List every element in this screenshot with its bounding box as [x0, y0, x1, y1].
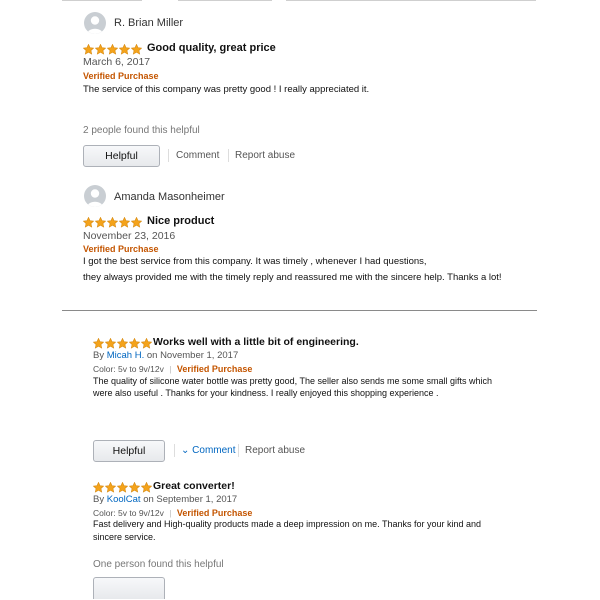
comment-link[interactable]: Comment: [176, 150, 219, 161]
star-icon: [94, 215, 107, 228]
star-rating: [82, 42, 143, 55]
review-title[interactable]: Works well with a little bit of engineer…: [153, 336, 359, 348]
star-icon: [118, 215, 131, 228]
avatar-icon: [84, 185, 106, 207]
meta-separator: |: [169, 364, 172, 374]
author-link[interactable]: KoolCat: [107, 494, 141, 505]
by-label: By: [93, 494, 105, 505]
review-date: on September 1, 2017: [143, 494, 238, 505]
star-rating: [92, 336, 153, 349]
review-date: on November 1, 2017: [146, 350, 239, 361]
separator: [174, 444, 175, 457]
star-icon: [82, 215, 95, 228]
star-icon: [128, 336, 141, 349]
review-byline: By KoolCat on September 1, 2017: [93, 494, 237, 505]
star-icon: [104, 336, 117, 349]
star-icon: [128, 480, 141, 493]
separator: [238, 444, 239, 457]
review-body-line: they always provided me with the timely …: [83, 272, 502, 283]
comment-link[interactable]: ⌄ Comment: [181, 445, 236, 456]
review-title[interactable]: Good quality, great price: [147, 42, 276, 54]
report-abuse-link[interactable]: Report abuse: [235, 150, 295, 161]
helpful-button[interactable]: Helpful: [93, 440, 165, 462]
star-icon: [106, 42, 119, 55]
review-date: November 23, 2016: [83, 230, 176, 242]
helpful-count: 2 people found this helpful: [83, 125, 200, 136]
star-icon: [106, 215, 119, 228]
separator: [228, 149, 229, 162]
variant-label: Color: 5v to 9v/12v: [93, 364, 164, 374]
star-icon: [116, 480, 129, 493]
reviewer-name[interactable]: R. Brian Miller: [114, 17, 183, 29]
top-divider-left: [62, 0, 142, 1]
star-icon: [92, 336, 105, 349]
star-rating: [82, 215, 143, 228]
separator: [168, 149, 169, 162]
reviewer-name[interactable]: Amanda Masonheimer: [114, 191, 225, 203]
top-divider-mid: [178, 0, 272, 1]
star-rating: [92, 480, 153, 493]
section-divider: [62, 310, 537, 311]
star-icon: [94, 42, 107, 55]
review-title[interactable]: Great converter!: [153, 480, 235, 492]
review-title[interactable]: Nice product: [147, 215, 214, 227]
verified-purchase-badge: Verified Purchase: [176, 364, 253, 374]
star-icon: [104, 480, 117, 493]
helpful-button[interactable]: Helpful: [83, 145, 160, 167]
comment-label: Comment: [192, 445, 236, 456]
author-link[interactable]: Micah H.: [107, 350, 144, 361]
review-body-line: were also useful . Thanks for your kindn…: [93, 388, 439, 398]
report-abuse-link[interactable]: Report abuse: [245, 445, 305, 456]
star-icon: [140, 480, 153, 493]
star-icon: [118, 42, 131, 55]
review-date: March 6, 2017: [83, 56, 151, 68]
chevron-down-icon: ⌄: [181, 445, 190, 456]
review-body: The service of this company was pretty g…: [83, 84, 370, 95]
helpful-button[interactable]: [93, 577, 165, 599]
verified-purchase-badge: Verified Purchase: [83, 71, 159, 81]
avatar-icon: [84, 12, 106, 34]
helpful-count: One person found this helpful: [93, 559, 224, 570]
review-body-line: I got the best service from this company…: [83, 256, 427, 267]
review-byline: By Micah H. on November 1, 2017: [93, 350, 238, 361]
star-icon: [130, 42, 143, 55]
top-divider-right: [286, 0, 536, 1]
star-icon: [92, 480, 105, 493]
star-icon: [116, 336, 129, 349]
by-label: By: [93, 350, 105, 361]
star-icon: [82, 42, 95, 55]
review-meta: Color: 5v to 9v/12v | Verified Purchase: [93, 364, 252, 374]
star-icon: [130, 215, 143, 228]
review-body-line: sincere service.: [93, 532, 156, 542]
star-icon: [140, 336, 153, 349]
